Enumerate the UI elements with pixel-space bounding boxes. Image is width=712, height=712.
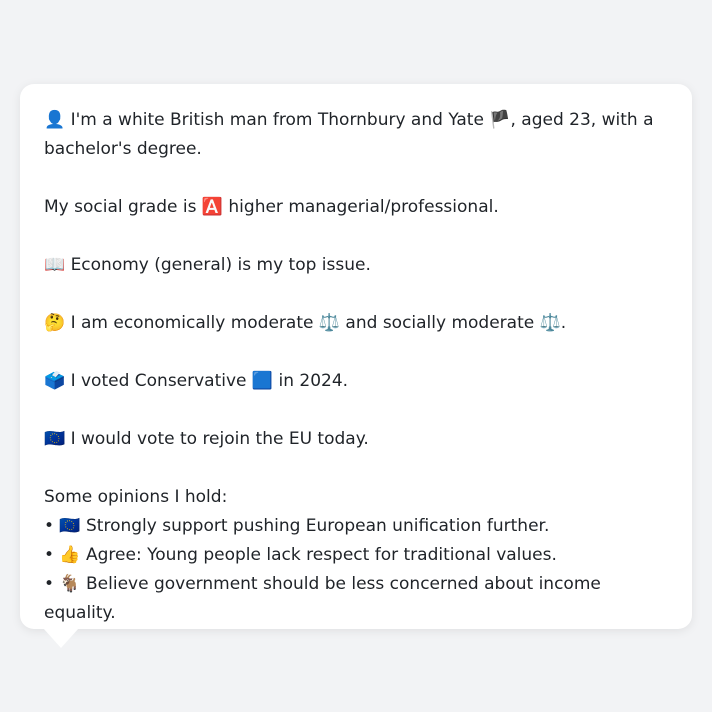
eu-vote-text: 🇪🇺 I would vote to rejoin the EU today.	[44, 429, 369, 449]
bubble-tail	[43, 628, 79, 648]
top-issue-text: 📖 Economy (general) is my top issue.	[44, 255, 371, 275]
england-flag-icon: 🏴	[489, 110, 511, 130]
ideology-text: 🤔 I am economically moderate ⚖️ and soci…	[44, 313, 567, 333]
opinion-item: • 🐐 Believe government should be less co…	[44, 574, 601, 623]
vote-2024-text: 🗳️ I voted Conservative 🟦 in 2024.	[44, 371, 349, 391]
opinion-item: • 👍 Agree: Young people lack respect for…	[44, 545, 557, 565]
opinion-item: • 🇪🇺 Strongly support pushing European u…	[44, 516, 550, 536]
intro-text-start: 👤 I'm a white British man from Thornbury…	[44, 110, 490, 130]
intro-text: 👤 I'm a white British man from Thornbury…	[44, 106, 668, 164]
social-grade-text: My social grade is 🅰️ higher managerial/…	[44, 197, 499, 217]
opinions-list: • 🇪🇺 Strongly support pushing European u…	[44, 512, 668, 628]
persona-message-bubble: 👤 I'm a white British man from Thornbury…	[20, 84, 692, 629]
opinions-heading: Some opinions I hold:	[44, 487, 228, 507]
